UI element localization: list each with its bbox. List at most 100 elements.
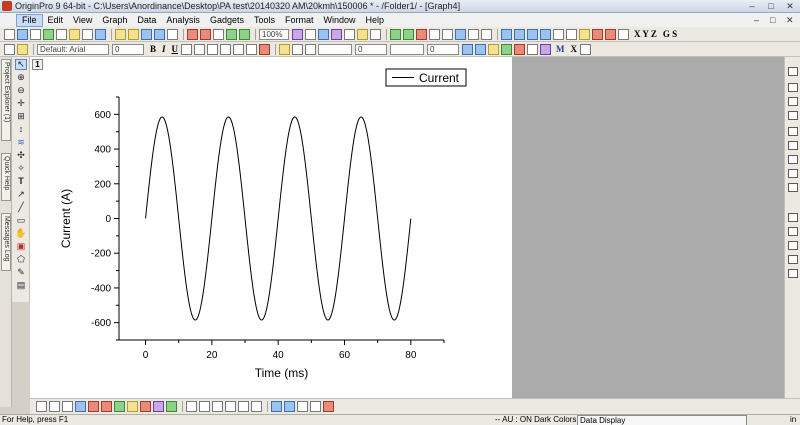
new-graph-icon[interactable] [43, 28, 54, 40]
restore-button[interactable]: □ [762, 1, 780, 12]
increase-font-icon[interactable] [233, 43, 245, 55]
object-edit-icon[interactable] [788, 213, 798, 222]
font-name-select[interactable]: Default: Arial [37, 43, 109, 55]
template-library-icon[interactable] [579, 28, 590, 40]
grid-2-icon[interactable] [788, 83, 798, 92]
3d-surface-icon[interactable] [186, 401, 197, 412]
pie-chart-icon[interactable] [127, 401, 138, 412]
double-y-icon[interactable] [297, 401, 308, 412]
underline-button[interactable]: U [172, 44, 179, 54]
mask-points-tool-icon[interactable]: ✧ [15, 163, 27, 174]
align-icon[interactable] [488, 43, 500, 55]
superscript-icon[interactable] [181, 43, 193, 55]
mdi-close-button[interactable]: ✕ [786, 15, 794, 26]
line-style-select[interactable] [318, 43, 353, 55]
tab-quick-help[interactable]: Quick Help [1, 153, 11, 201]
column-plot-icon[interactable] [514, 28, 525, 40]
super-subscript-icon[interactable] [207, 43, 219, 55]
import-wizard-icon[interactable] [213, 28, 224, 40]
scatter-plot-icon[interactable] [49, 401, 60, 412]
back-icon[interactable] [540, 43, 552, 55]
new-matrix-icon[interactable] [56, 28, 67, 40]
contour-plot-icon[interactable] [225, 401, 236, 412]
new-folder-icon[interactable] [370, 28, 381, 40]
bar-chart-icon[interactable] [88, 401, 99, 412]
data-selector-tool-icon[interactable]: ≋ [15, 137, 27, 148]
plot-3d-icon[interactable] [592, 28, 603, 40]
pointer-tool-icon[interactable]: ↖ [15, 59, 27, 70]
zoom-out-tool-icon[interactable]: ⊖ [15, 85, 27, 96]
pen-icon[interactable] [305, 43, 317, 55]
ternary-plot-icon[interactable] [153, 401, 164, 412]
axis-left-icon[interactable] [788, 127, 798, 136]
insert-object-tool-icon[interactable]: ▤ [15, 280, 27, 291]
bar-plot-icon[interactable] [527, 28, 538, 40]
graph-window[interactable]: 0 20 40 60 80 -600 -400 -200 0 200 400 600 Time (ms)… [30, 57, 512, 398]
multi-panel-icon[interactable] [271, 401, 282, 412]
polar-icon[interactable] [618, 28, 629, 40]
layer-tab[interactable]: 1 [32, 59, 43, 70]
zoom-select[interactable]: 100% [259, 28, 289, 40]
stacked-plot-icon[interactable] [540, 28, 551, 40]
tab-messages-log[interactable]: Messages Log [1, 213, 11, 271]
front-icon[interactable] [527, 43, 539, 55]
axis-bottom-icon[interactable] [788, 141, 798, 150]
project-explorer-icon[interactable] [357, 28, 368, 40]
new-workbook-icon[interactable] [17, 28, 28, 40]
panel-4-icon[interactable] [323, 401, 334, 412]
arrow-tool-icon[interactable]: ↗ [15, 189, 27, 200]
greek-icon[interactable] [220, 43, 232, 55]
line-tool-icon[interactable]: ╱ [15, 202, 27, 213]
polar-plot-icon[interactable] [140, 401, 151, 412]
region-tool-icon[interactable]: ▣ [15, 241, 27, 252]
pattern-select[interactable] [390, 43, 425, 55]
layer-management-icon[interactable] [481, 28, 492, 40]
zoom-in-tool-icon[interactable]: ⊕ [15, 72, 27, 83]
menu-graph[interactable]: Graph [97, 14, 132, 27]
draw-data-tool-icon[interactable]: ✣ [15, 150, 27, 161]
contour-icon[interactable] [605, 28, 616, 40]
area-plot-icon[interactable] [553, 28, 564, 40]
rectangle-tool-icon[interactable]: ▭ [15, 215, 27, 226]
image-plot-icon[interactable] [238, 401, 249, 412]
save-template-icon[interactable] [154, 28, 165, 40]
mask-icon[interactable] [580, 43, 592, 55]
group-icon[interactable] [501, 43, 513, 55]
text-tool-icon[interactable]: T [15, 176, 27, 187]
stack-icon[interactable] [284, 401, 295, 412]
subscript-icon[interactable] [194, 43, 206, 55]
axis-top-icon[interactable] [788, 169, 798, 178]
mdi-minimize-button[interactable]: – [754, 15, 759, 25]
new-layout-icon[interactable] [95, 28, 106, 40]
menu-window[interactable]: Window [319, 14, 361, 27]
minimize-button[interactable]: – [743, 1, 761, 12]
axis-gs-buttons[interactable]: G S [663, 29, 677, 39]
smith-chart-icon[interactable] [166, 401, 177, 412]
refresh-icon[interactable] [239, 28, 250, 40]
align-right-icon[interactable] [788, 241, 798, 250]
axis-box-icon[interactable] [788, 183, 798, 192]
axis-right-icon[interactable] [788, 155, 798, 164]
3d-bar-icon[interactable] [199, 401, 210, 412]
arrow-tool-icon[interactable] [4, 43, 15, 55]
duplicate-icon[interactable] [292, 28, 303, 40]
align-left-icon[interactable] [788, 227, 798, 236]
screen-reader-tool-icon[interactable]: ⊞ [15, 111, 27, 122]
hand-tool-icon[interactable]: ✋ [15, 228, 27, 239]
add-layer-icon[interactable] [403, 28, 414, 40]
pattern-color-icon[interactable] [462, 43, 474, 55]
menu-edit[interactable]: Edit [43, 14, 69, 27]
mask-x-button[interactable]: X [571, 44, 578, 54]
pie-plot-icon[interactable] [566, 28, 577, 40]
freehand-tool-icon[interactable]: ✎ [15, 267, 27, 278]
line-symbol-plot-icon[interactable] [62, 401, 73, 412]
menu-format[interactable]: Format [280, 14, 319, 27]
menu-analysis[interactable]: Analysis [161, 14, 205, 27]
new-project-icon[interactable] [4, 28, 15, 40]
merge-graphs-icon[interactable] [468, 28, 479, 40]
polygon-tool-icon[interactable]: ⬠ [15, 254, 27, 265]
mdi-restore-button[interactable]: □ [770, 15, 775, 25]
menu-view[interactable]: View [68, 14, 97, 27]
font-size-select[interactable]: 0 [112, 43, 144, 55]
add-legend-icon[interactable] [429, 28, 440, 40]
